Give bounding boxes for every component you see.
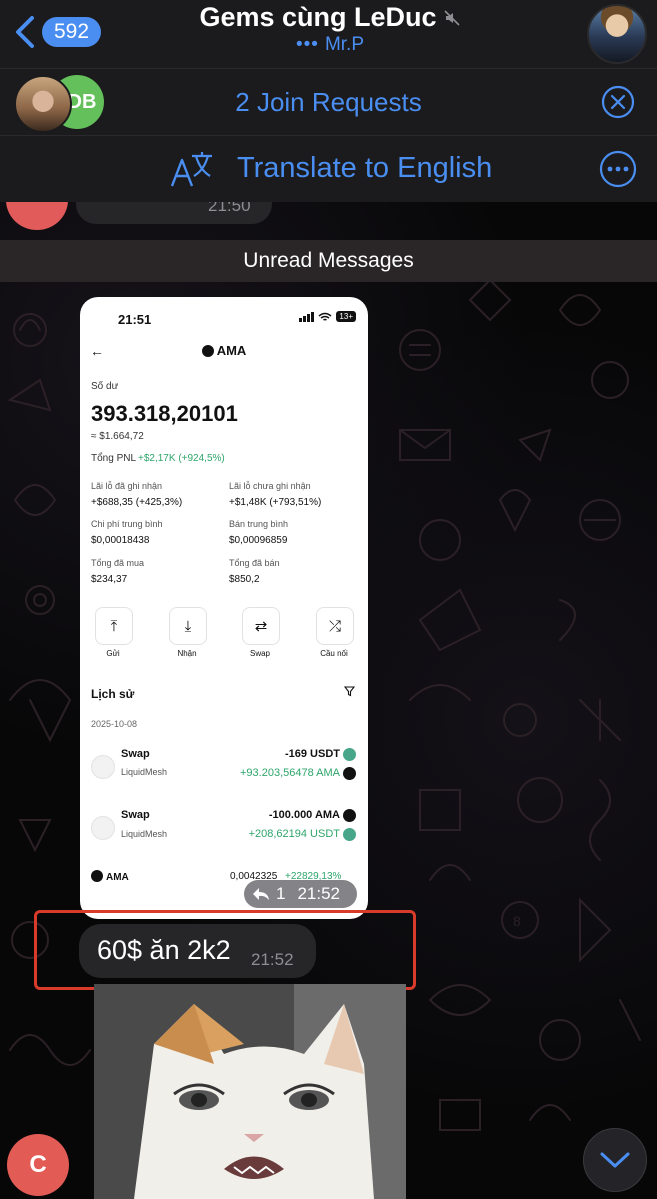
cat-image[interactable] (94, 984, 406, 1199)
scroll-to-bottom-button[interactable] (583, 1128, 647, 1192)
swap-action-icon: ⇄ (242, 607, 280, 645)
unrealized-value: +$1,48K (+793,51%) (229, 497, 322, 508)
avg-sell-label: Bán trung bình (229, 519, 289, 529)
chevron-left-icon (16, 16, 34, 48)
tx-out: -100.000 AMA (268, 809, 340, 821)
bridge-action-label: Cầu nối (320, 649, 348, 658)
realized-label: Lãi lỗ đã ghi nhận (91, 481, 163, 491)
chat-title-area[interactable]: Gems cùng LeDuc ••• Mr.P (140, 2, 520, 56)
image-message[interactable]: 21:51 13+ ← AMA Số dư 393.318,20101 ≈ $1… (80, 297, 368, 919)
chevron-down-icon (600, 1152, 630, 1168)
muted-icon (443, 9, 460, 26)
image-message-time: 21:52 (297, 884, 341, 903)
translate-label[interactable]: Translate to English (237, 152, 492, 185)
bottom-token-row: AMA (91, 870, 129, 883)
battery-icon: 13+ (336, 311, 356, 322)
ama-coin-icon (343, 809, 356, 822)
swap-tx-icon (91, 816, 115, 840)
send-action-icon: ⤒ (95, 607, 133, 645)
wifi-icon (318, 312, 332, 321)
unread-messages-divider: Unread Messages (0, 240, 657, 282)
send-action-label: Gửi (106, 649, 120, 658)
sender-avatar[interactable]: C (7, 1134, 69, 1196)
svg-text:8: 8 (513, 913, 521, 929)
group-avatar[interactable] (587, 4, 647, 64)
bridge-action-icon: ⤮ (316, 607, 354, 645)
balance-value: 393.318,20101 (91, 401, 238, 426)
swap-tx-icon (91, 755, 115, 779)
filter-icon (344, 686, 355, 697)
pnl-value: +$2,17K (+924,5%) (138, 453, 225, 464)
close-icon[interactable] (601, 85, 635, 119)
status-icons: 13+ (299, 311, 356, 322)
join-requests-label[interactable]: 2 Join Requests (0, 87, 657, 118)
token-header: AMA (80, 343, 368, 358)
avg-sell-value: $0,00096859 (229, 535, 288, 546)
ama-coin-icon (343, 767, 356, 780)
tx-source: LiquidMesh (121, 767, 168, 777)
usdt-coin-icon (343, 748, 356, 761)
history-date: 2025-10-08 (91, 719, 138, 729)
receive-action-icon: ⤓ (169, 607, 207, 645)
token-name: AMA (216, 343, 247, 358)
reply-count: 1 (276, 884, 286, 903)
translate-icon (170, 152, 212, 187)
requester-avatar-photo (14, 75, 72, 133)
avg-cost-label: Chi phí trung bình (91, 519, 163, 529)
token-logo-icon (201, 345, 214, 357)
balance-usd: ≈ $1.664,72 (91, 431, 144, 442)
total-sold-value: $850,2 (229, 574, 260, 585)
history-title: Lịch sử (91, 687, 135, 701)
replies-pill[interactable]: 1 21:52 (244, 880, 357, 908)
swap-action-label: Swap (249, 649, 270, 658)
total-bought-value: $234,37 (91, 574, 128, 585)
join-requests-bar[interactable]: DB 2 Join Requests (0, 69, 657, 136)
unrealized-label: Lãi lỗ chưa ghi nhận (229, 481, 311, 491)
chat-subtitle: Mr.P (324, 34, 365, 55)
usdt-coin-icon (343, 828, 356, 841)
tx-name: Swap (121, 809, 150, 821)
avg-cost-value: $0,00018438 (91, 535, 150, 546)
bottom-token-name: AMA (106, 872, 129, 883)
total-sold-label: Tổng đã bán (229, 558, 280, 568)
chat-title: Gems cùng LeDuc (199, 2, 437, 32)
tx-out: -169 USDT (284, 748, 340, 760)
chat-header: 592 Gems cùng LeDuc ••• Mr.P (0, 0, 657, 69)
pnl-label: Tổng PNL (91, 453, 137, 464)
translate-bar-content (170, 150, 216, 195)
tx-in: +208,62194 USDT (248, 828, 340, 840)
token-logo-icon (91, 870, 103, 882)
realized-value: +$688,35 (+425,3%) (91, 497, 183, 508)
tx-name: Swap (121, 748, 150, 760)
crying-cat-picture (94, 984, 406, 1199)
tx-source: LiquidMesh (121, 829, 168, 839)
total-bought-label: Tổng đã mua (91, 558, 145, 568)
back-button[interactable]: 592 (10, 12, 102, 52)
tx-in: +93.203,56478 AMA (240, 767, 340, 779)
typing-dots: ••• (295, 34, 319, 55)
unread-count-badge: 592 (42, 17, 102, 47)
balance-label: Số dư (91, 381, 119, 392)
reply-arrow-icon (253, 888, 269, 900)
red-highlight-box (34, 910, 416, 990)
more-options-icon[interactable] (599, 150, 637, 188)
status-time: 21:51 (118, 312, 152, 327)
receive-action-label: Nhận (177, 649, 197, 658)
signal-icon (299, 311, 315, 322)
